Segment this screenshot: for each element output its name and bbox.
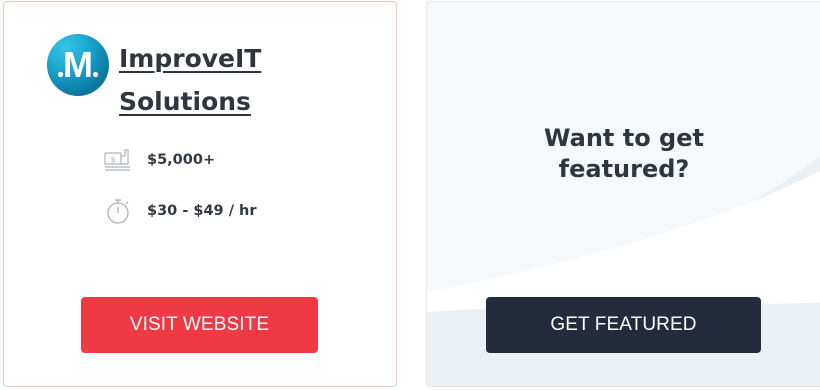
improveit-logo-icon[interactable]: M (47, 34, 109, 96)
company-name-line1[interactable]: ImproveIT (119, 44, 261, 73)
hourly-rate-row: $30 - $49 / hr (103, 196, 257, 226)
featured-title-line2: featured? (558, 155, 690, 183)
budget-row: $ $5,000+ (103, 145, 215, 175)
logo-dot-right (92, 71, 99, 78)
logo-letter: M (63, 44, 93, 85)
svg-text:$: $ (110, 155, 115, 164)
company-name-link[interactable]: ImproveIT Solutions (119, 37, 319, 123)
visit-website-button[interactable]: VISIT WEBSITE (81, 297, 318, 353)
featured-title: Want to get featured? (427, 123, 820, 185)
hourly-rate-value: $30 - $49 / hr (147, 203, 257, 219)
logo-dot-left (57, 71, 64, 78)
featured-title-line1: Want to get (544, 124, 704, 152)
company-name-line2[interactable]: Solutions (119, 87, 251, 116)
stopwatch-icon (103, 196, 133, 226)
get-featured-button[interactable]: GET FEATURED (486, 297, 761, 353)
budget-value: $5,000+ (147, 152, 216, 168)
money-icon: $ (103, 145, 133, 175)
